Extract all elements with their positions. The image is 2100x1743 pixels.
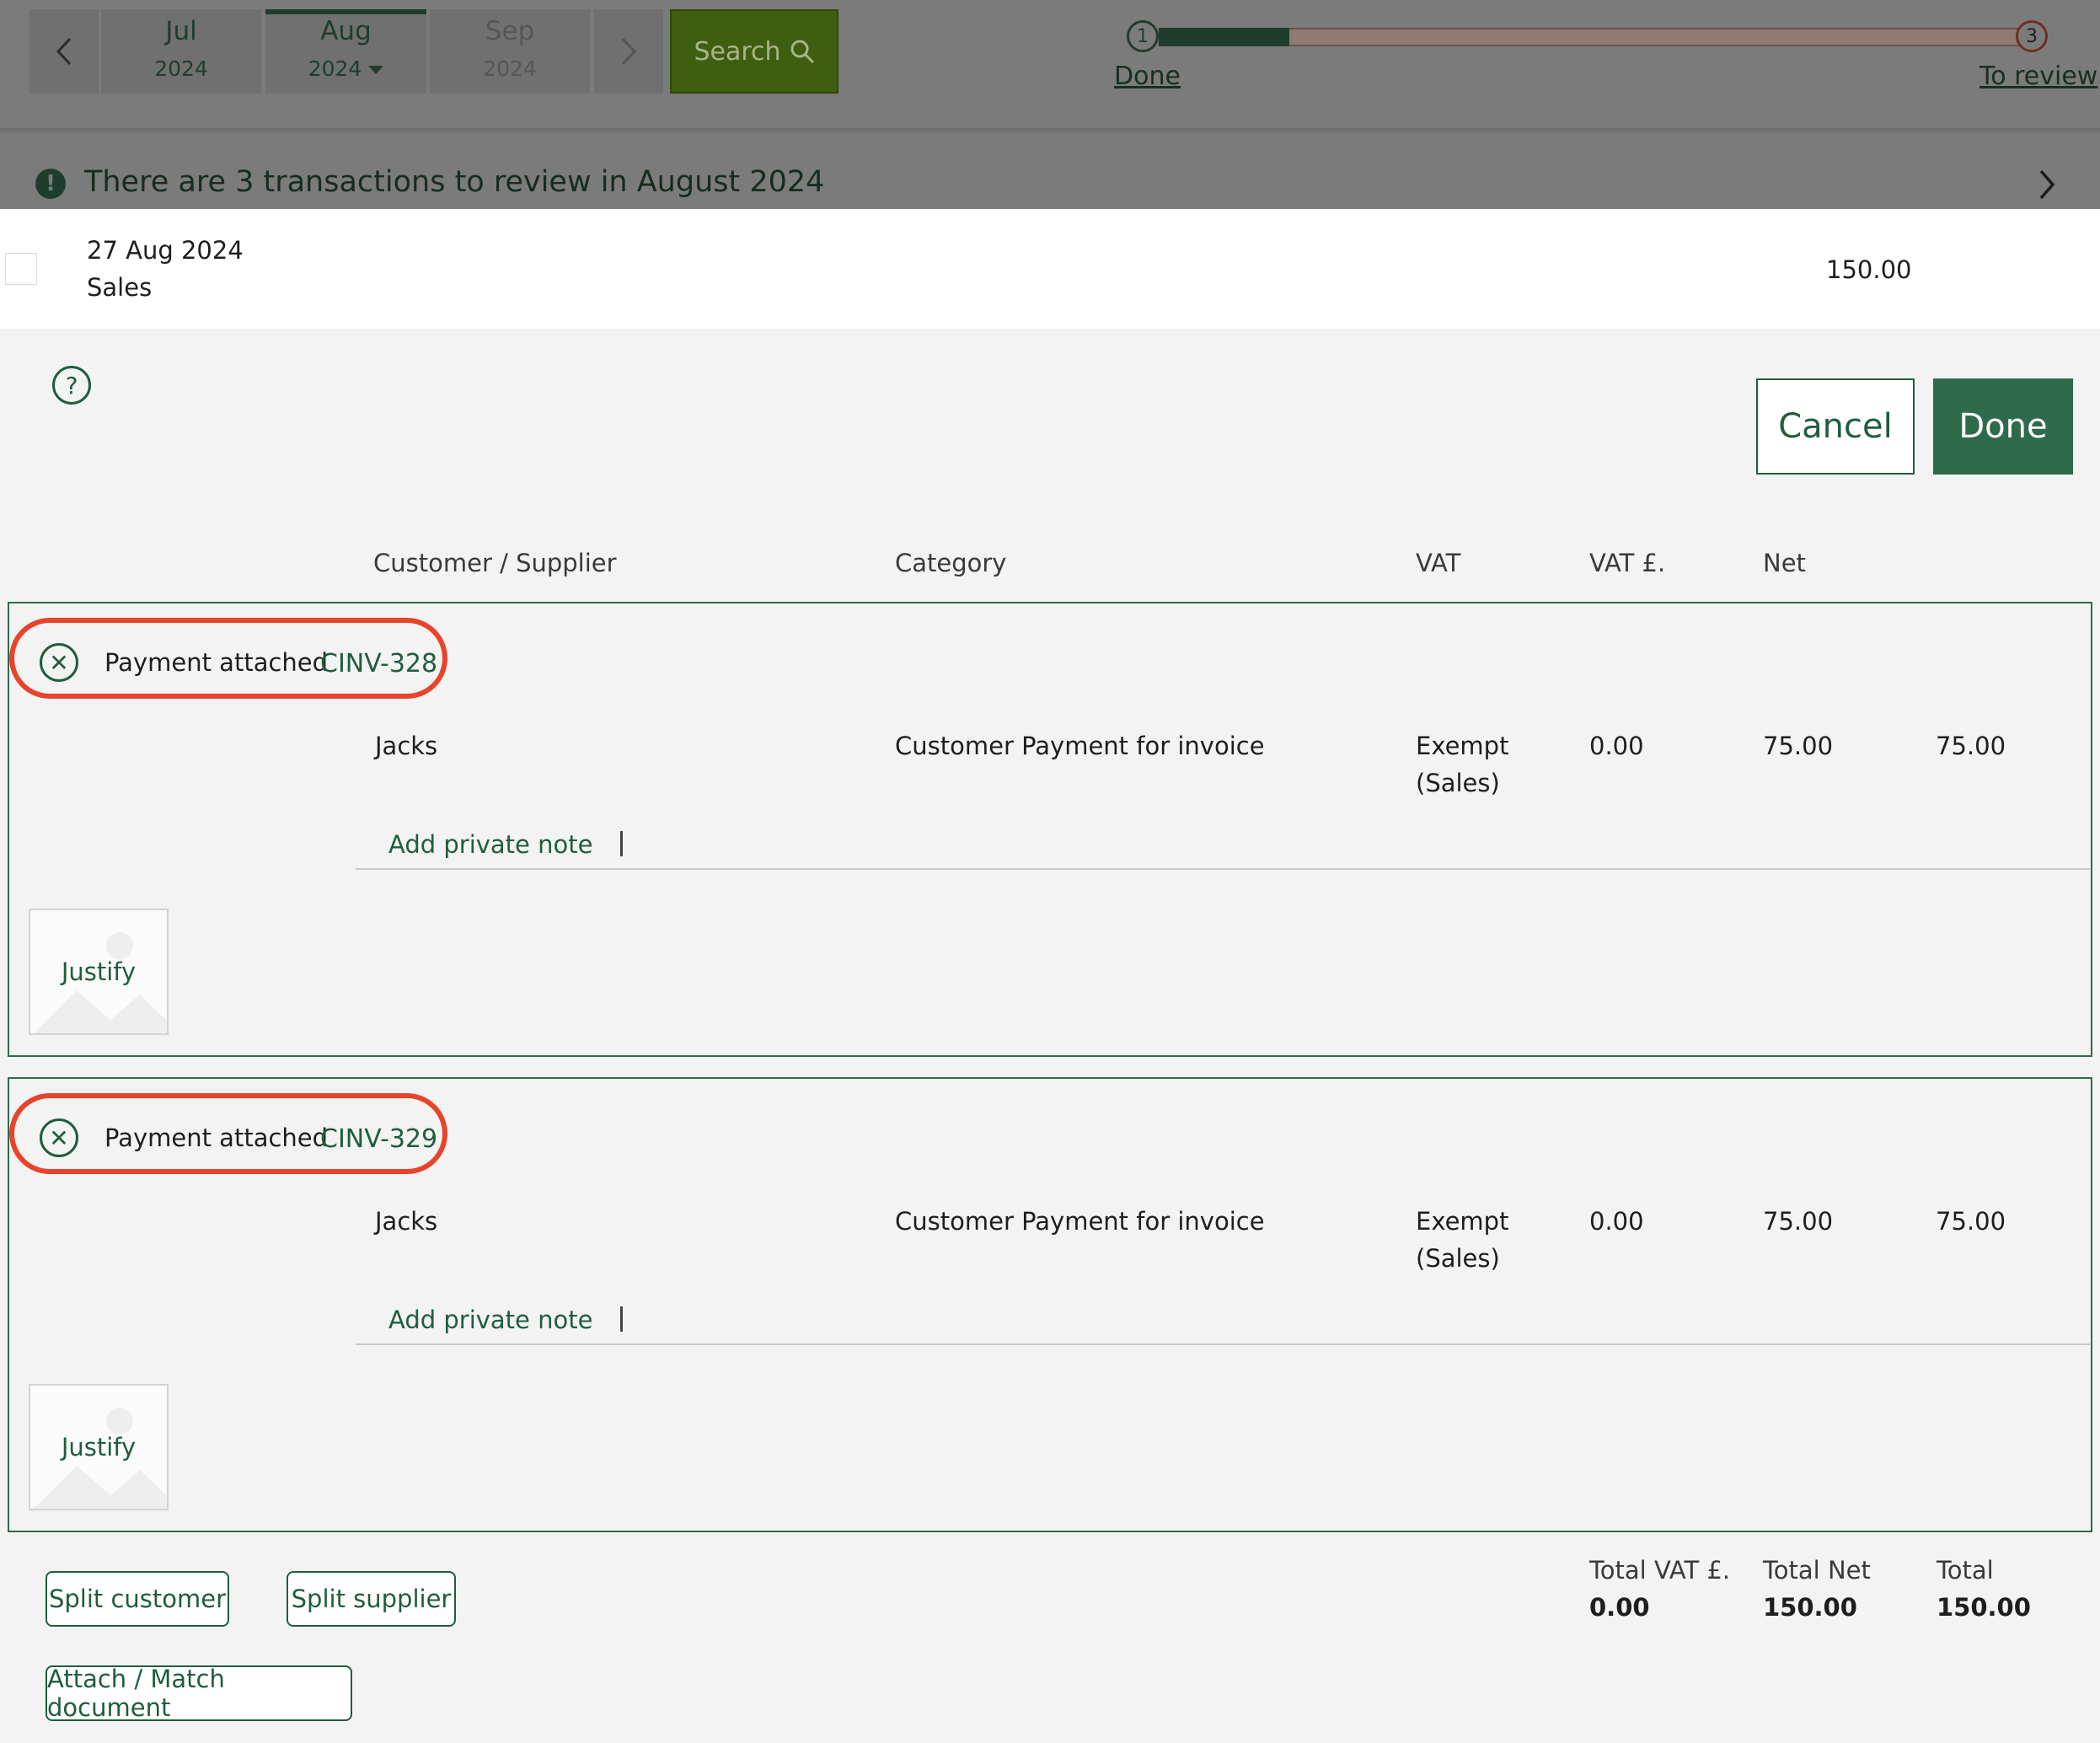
transaction-type: Sales: [87, 273, 153, 302]
column-header-customer: Customer / Supplier: [373, 549, 617, 577]
alert-icon: !: [35, 169, 66, 199]
split-vat-line1[interactable]: Exempt: [1416, 727, 1508, 764]
transaction-checkbox[interactable]: [5, 253, 37, 285]
split-vat-line1[interactable]: Exempt: [1416, 1203, 1508, 1240]
justify-label: Justify: [61, 1433, 137, 1461]
note-underline: [356, 1343, 2090, 1345]
split-category[interactable]: Customer Payment for invoice: [895, 727, 1265, 764]
remove-payment-icon[interactable]: ✕: [40, 643, 78, 682]
help-icon[interactable]: ?: [52, 366, 91, 405]
add-private-note[interactable]: Add private note: [388, 1306, 592, 1334]
month-sep[interactable]: Sep 2024: [430, 9, 590, 94]
split-customer-button[interactable]: Split customer: [46, 1571, 229, 1627]
split-vat-amount[interactable]: 0.00: [1589, 1203, 1644, 1240]
total-vat-value: 0.00: [1589, 1593, 1650, 1622]
review-banner-text: There are 3 transactions to review in Au…: [84, 165, 825, 199]
split-total: 75.00: [1936, 1207, 2006, 1236]
payment-attached-label: Payment attached: [104, 1124, 329, 1152]
note-underline: [356, 868, 2090, 870]
search-button[interactable]: Search: [670, 9, 838, 94]
caret-down-icon: [368, 66, 384, 74]
column-header-vat: VAT: [1416, 549, 1461, 577]
total-net-value: 150.00: [1763, 1593, 1857, 1622]
split-category[interactable]: Customer Payment for invoice: [895, 1203, 1265, 1240]
split-supplier-button[interactable]: Split supplier: [287, 1571, 456, 1627]
transaction-row[interactable]: [0, 209, 2100, 329]
search-icon: [790, 40, 814, 64]
month-label: Aug: [320, 16, 372, 46]
split-customer[interactable]: Jacks: [375, 727, 437, 764]
transaction-amount: 150.00: [1826, 255, 1912, 284]
next-month-button[interactable]: [594, 9, 663, 94]
split-net[interactable]: 75.00: [1763, 727, 1833, 764]
column-header-vat-amount: VAT £.: [1589, 549, 1666, 577]
justify-button[interactable]: Justify: [29, 1384, 169, 1510]
progress-fill: [1159, 28, 1289, 46]
to-review-link[interactable]: To review: [1979, 62, 2097, 91]
month-jul[interactable]: Jul 2024: [101, 9, 261, 94]
total-value: 150.00: [1937, 1593, 2031, 1622]
step-end: 3: [2016, 20, 2048, 52]
progress-track: [1159, 28, 2031, 46]
remove-payment-icon[interactable]: ✕: [40, 1118, 78, 1157]
split-vat-line2[interactable]: (Sales): [1416, 1240, 1500, 1277]
search-label: Search: [694, 36, 781, 67]
text-cursor: [620, 831, 623, 856]
chevron-left-icon: [56, 37, 72, 66]
justify-button[interactable]: Justify: [29, 909, 169, 1035]
total-vat-label: Total VAT £.: [1589, 1556, 1731, 1585]
split-vat-amount[interactable]: 0.00: [1589, 727, 1644, 764]
invoice-link[interactable]: CINV-328: [320, 649, 437, 678]
month-label: Sep: [485, 16, 535, 46]
year-label: 2024: [154, 56, 208, 81]
transaction-date: 27 Aug 2024: [87, 236, 244, 265]
year-label: 2024: [483, 56, 537, 81]
done-link[interactable]: Done: [1114, 62, 1181, 91]
done-button[interactable]: Done: [1933, 378, 2073, 475]
cancel-button[interactable]: Cancel: [1756, 378, 1915, 475]
chevron-right-icon: [621, 37, 637, 66]
total-net-label: Total Net: [1763, 1556, 1871, 1585]
text-cursor: [620, 1306, 623, 1332]
prev-month-button[interactable]: [29, 9, 99, 94]
split-total: 75.00: [1936, 732, 2006, 760]
split-vat-line2[interactable]: (Sales): [1416, 764, 1500, 802]
split-customer[interactable]: Jacks: [375, 1203, 437, 1240]
add-private-note[interactable]: Add private note: [388, 830, 592, 859]
column-header-net: Net: [1763, 549, 1806, 577]
justify-label: Justify: [61, 957, 137, 986]
split-net[interactable]: 75.00: [1763, 1203, 1833, 1240]
chevron-right-icon[interactable]: [2038, 169, 2056, 201]
attach-match-document-button[interactable]: Attach / Match document: [46, 1665, 352, 1722]
invoice-link[interactable]: CINV-329: [320, 1124, 437, 1154]
year-label: 2024: [308, 56, 362, 81]
column-header-category: Category: [895, 549, 1007, 577]
month-aug[interactable]: Aug 2024: [265, 9, 426, 94]
payment-attached-label: Payment attached: [104, 648, 329, 677]
step-start: 1: [1127, 20, 1159, 52]
total-label: Total: [1937, 1556, 1994, 1585]
month-label: Jul: [165, 16, 197, 46]
